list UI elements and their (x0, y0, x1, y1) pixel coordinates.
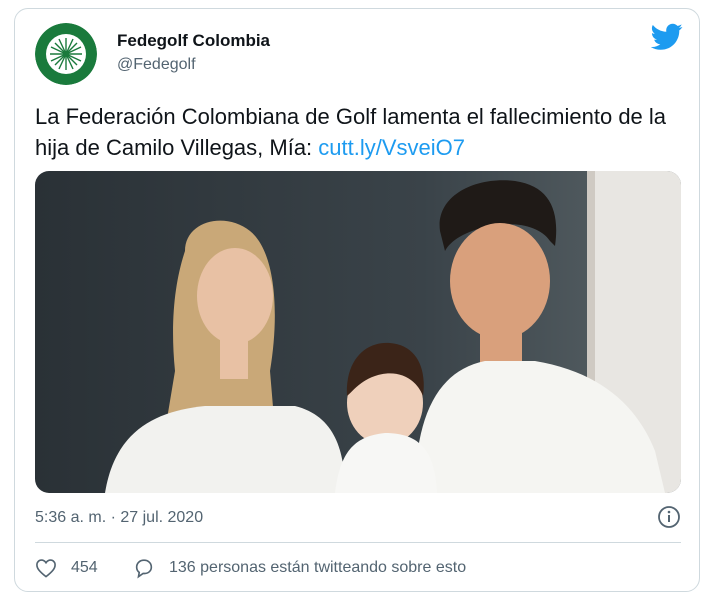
divider (35, 542, 681, 543)
author-name[interactable]: Fedegolf Colombia (117, 31, 270, 51)
heart-icon (36, 559, 56, 578)
speech-bubble-icon (135, 559, 153, 579)
info-icon[interactable] (657, 505, 681, 529)
tweet-photo[interactable] (35, 171, 681, 493)
conversation-text: 136 personas están twitteando sobre esto (169, 559, 467, 576)
like-count: 454 (71, 559, 98, 576)
twitter-bird-icon[interactable] (650, 23, 683, 51)
tweet-card[interactable]: Fedegolf Colombia @Fedegolf La Federació… (14, 8, 700, 592)
author-handle[interactable]: @Fedegolf (117, 56, 196, 74)
conversation-link[interactable]: 136 personas están twitteando sobre esto (133, 555, 466, 581)
tweet-text: La Federación Colombiana de Golf lamenta… (35, 101, 675, 163)
tweet-timestamp[interactable]: 5:36 a. m. · 27 jul. 2020 (35, 509, 203, 527)
tweet-link[interactable]: cutt.ly/VsveiO7 (318, 135, 465, 160)
avatar[interactable] (35, 23, 97, 85)
like-button[interactable]: 454 (35, 555, 98, 581)
